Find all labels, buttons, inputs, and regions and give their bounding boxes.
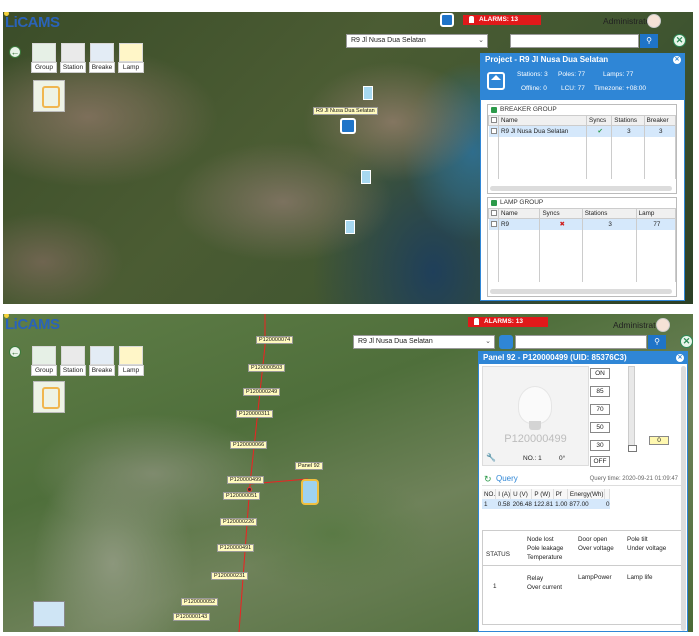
horizontal-scrollbar[interactable] [490, 289, 672, 294]
home-marker-icon[interactable] [440, 13, 454, 27]
search-icon: ⚲ [654, 337, 660, 346]
back-button[interactable]: ← [9, 46, 21, 58]
off-button[interactable]: OFF [590, 456, 610, 467]
status-table: STATUS Node lost Pole leakage Temperature … [482, 530, 684, 625]
app-logo: LiCAMS [4, 12, 60, 31]
layer-lamp[interactable]: Lamp [118, 43, 144, 73]
pole-label-selected[interactable]: P120000499 [227, 476, 265, 484]
pole-label[interactable]: P120000074 [256, 336, 294, 344]
project-select[interactable]: R9 Jl Nusa Dua Selatan ⌄ [346, 34, 488, 48]
table-row[interactable]: R9 ✖ 3 77 [488, 218, 677, 230]
pole-label[interactable]: P120000491 [217, 544, 255, 552]
horizontal-scrollbar[interactable] [490, 186, 672, 191]
pole-label[interactable]: P120000143 [173, 613, 211, 621]
bulb-icon [519, 387, 551, 430]
project-panel: Project - R9 Jl Nusa Dua Selatan ✕ Statio… [480, 53, 685, 301]
breaker-group-title: BREAKER GROUP [488, 105, 676, 115]
level-70-button[interactable]: 70 [590, 404, 610, 415]
layer-group[interactable]: Group [31, 43, 57, 73]
layer-toolbar: Group Station Breake Lamp [31, 43, 144, 73]
vertical-scrollbar[interactable] [681, 366, 686, 631]
pole-label[interactable]: P120000066 [230, 441, 268, 449]
wrench-icon[interactable]: 🔧 [486, 453, 496, 462]
search-input[interactable] [515, 335, 647, 349]
close-icon[interactable]: ✕ [673, 56, 681, 64]
table-row[interactable]: 1 0.58 206.48 122.81 1.00 877.00 0 [482, 499, 610, 509]
pole-label[interactable]: P120000311 [236, 410, 273, 418]
alarms-badge[interactable]: ALARMS: 13 [463, 15, 541, 25]
slider-value: 0 [649, 436, 669, 445]
pole-lines [238, 314, 309, 632]
avatar[interactable] [656, 318, 670, 332]
pole-label[interactable]: P120000231 [211, 572, 249, 580]
pole-label[interactable]: P120000052 [181, 598, 219, 606]
panel-title: Panel 92 - P120000499 (UID: 85376C3) ✕ [479, 352, 687, 364]
station-marker[interactable] [345, 220, 355, 234]
station-marker[interactable] [363, 86, 373, 100]
breaker-icon [90, 43, 114, 62]
lamp-preview: P120000499 🔧 NO.: 1 0° [482, 366, 589, 466]
chevron-down-icon: ⌄ [485, 338, 491, 345]
screenshot-project-view: LiCAMS ← Group Station Breake Lamp ALARM… [3, 12, 693, 304]
close-button[interactable]: ✕ [680, 335, 693, 348]
pole-label[interactable]: P120000226 [220, 518, 258, 526]
level-30-button[interactable]: 30 [590, 440, 610, 451]
lamp-icon [119, 43, 143, 62]
panel-marker[interactable] [301, 479, 319, 505]
layer-station[interactable]: Station [60, 43, 86, 73]
refresh-icon[interactable] [499, 335, 513, 349]
table-row[interactable]: R9 Jl Nusa Dua Selatan ✔ 3 3 [488, 125, 677, 137]
dimming-slider[interactable] [628, 366, 637, 452]
minimap[interactable] [33, 80, 65, 112]
station-marker[interactable] [361, 170, 371, 184]
project-info: Stations: 3 Poles: 77 Lamps: 77 Offline:… [481, 66, 684, 100]
close-button[interactable]: ✕ [673, 34, 686, 47]
on-button[interactable]: ON [590, 368, 610, 379]
breaker-group-table: Name Syncs Stations Breaker R9 Jl Nusa Dua … [488, 115, 677, 179]
screenshot-panel-view: LiCAMS ← Group Station Breake Lamp ALARM… [3, 314, 693, 632]
select-all-checkbox[interactable] [491, 117, 497, 124]
select-all-checkbox[interactable] [491, 210, 497, 217]
panel-map-label: Panel 92 [295, 462, 323, 470]
lamp-group: LAMP GROUP Name Syncs Stations Lamp R9 ✖ 3 77 [487, 197, 677, 297]
pole-label[interactable]: P120000051 [223, 492, 261, 500]
lamp-group-table: Name Syncs Stations Lamp R9 ✖ 3 77 [488, 208, 677, 282]
station-icon [61, 43, 85, 62]
breaker-group: BREAKER GROUP Name Syncs Stations Breaker R… [487, 104, 677, 194]
home-icon [487, 72, 505, 90]
query-bar[interactable]: QueryQuery time: 2020-09-21 01:09:47 [482, 472, 684, 486]
search-button[interactable]: ⚲ [648, 335, 666, 349]
layer-breaker[interactable]: Breake [89, 43, 115, 73]
chevron-down-icon: ⌄ [478, 37, 484, 44]
map-project-label: R9 Jl Nusa Dua Selatan [313, 107, 378, 115]
search-icon: ⚲ [646, 36, 652, 45]
search-button[interactable]: ⚲ [640, 34, 658, 48]
lamp-panel: Panel 92 - P120000499 (UID: 85376C3) ✕ P1… [478, 351, 688, 632]
level-85-button[interactable]: 85 [590, 386, 610, 397]
query-table: NO. I (A) U (V) P (W) Pf Energy(Wh) 1 0.58 206.… [482, 489, 610, 509]
project-home-marker[interactable] [340, 118, 356, 134]
pole-label[interactable]: P120000503 [248, 364, 286, 372]
avatar[interactable] [647, 14, 661, 28]
search-input[interactable] [510, 34, 639, 48]
lamp-group-title: LAMP GROUP [488, 198, 676, 208]
panel-title: Project - R9 Jl Nusa Dua Selatan ✕ [481, 54, 684, 66]
level-50-button[interactable]: 50 [590, 422, 610, 433]
close-icon[interactable]: ✕ [676, 354, 684, 362]
group-icon [32, 43, 56, 62]
user-name[interactable]: Administrator [603, 16, 653, 26]
pole-label[interactable]: P120000249 [243, 388, 281, 396]
